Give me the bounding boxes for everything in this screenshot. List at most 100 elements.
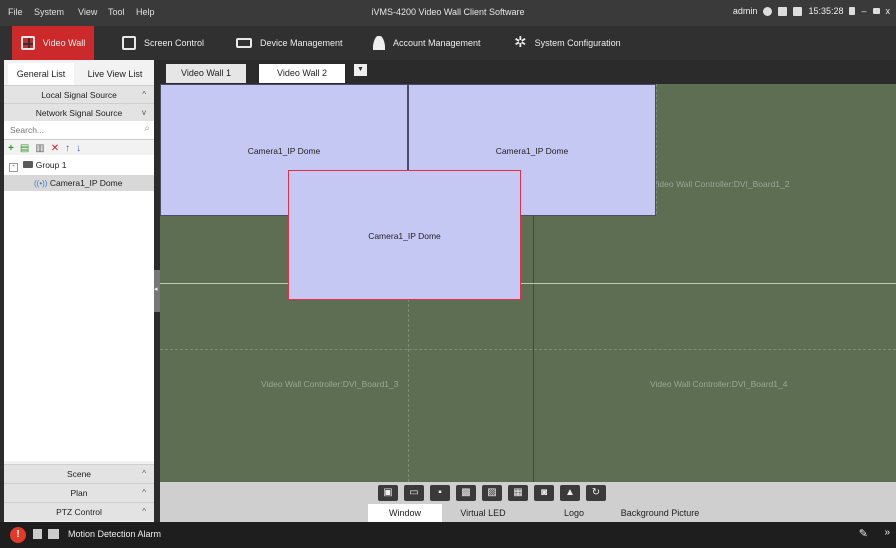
grid-divider: [160, 283, 896, 284]
help-icon[interactable]: [763, 6, 773, 16]
event-icon[interactable]: [48, 529, 59, 539]
grid-divider: [533, 214, 534, 482]
signal-tree: - Group 1 ((•)) Camera1_IP Dome: [4, 155, 154, 461]
module-bar: Video Wall Screen Control Device Managem…: [0, 26, 896, 60]
tab-window[interactable]: Window: [368, 504, 442, 522]
tab-video-wall-2[interactable]: Video Wall 2: [259, 64, 345, 83]
tab-background-picture[interactable]: Background Picture: [616, 504, 704, 522]
split-window-icon[interactable]: ▪: [430, 485, 450, 501]
zoom-window-icon[interactable]: ▩: [456, 485, 476, 501]
wall-tab-bar: Video Wall 1 Video Wall 2 ▼: [156, 60, 896, 84]
warning-icon[interactable]: ▲: [560, 485, 580, 501]
tab-virtual-led[interactable]: Virtual LED: [442, 504, 524, 522]
module-account-management[interactable]: Account Management: [373, 26, 481, 60]
title-bar: File System View Tool Help iVMS-4200 Vid…: [0, 0, 896, 26]
username[interactable]: admin: [733, 6, 758, 16]
module-device-management[interactable]: Device Management: [236, 26, 343, 60]
status-bar: ! Motion Detection Alarm ✎ »: [0, 522, 896, 548]
accordion-label: Network Signal Source: [35, 108, 123, 118]
search-icon[interactable]: ⌕: [144, 123, 150, 134]
tree-group-item[interactable]: - Group 1: [4, 157, 154, 173]
chevron-up-icon: ^: [142, 488, 146, 497]
module-system-configuration[interactable]: ✲ System Configuration: [514, 26, 621, 60]
status-area: admin 15:35:28 – x: [733, 6, 890, 16]
window-tool-icons: ▣ ▭ ▪ ▩ ▨ ▦ ◙ ▲ ↻: [378, 485, 606, 501]
minimize-icon[interactable]: –: [861, 6, 866, 16]
group-label: Group 1: [35, 160, 67, 170]
user-icon: [373, 36, 385, 50]
chevron-up-icon: ^: [142, 507, 146, 516]
expand-icon[interactable]: »: [884, 527, 890, 538]
device-icon: [236, 38, 252, 48]
lock-icon[interactable]: [33, 529, 42, 539]
chevron-down-icon: v: [142, 108, 146, 117]
wall-dropdown-icon[interactable]: ▼: [354, 64, 367, 76]
tab-logo[interactable]: Logo: [532, 504, 616, 522]
camera-label: Camera1_IP Dome: [49, 178, 123, 188]
tree-toolbar: + ▤ ▥ ✕ ↑ ↓: [8, 141, 81, 155]
left-panel: General List Live View List Local Signal…: [4, 60, 154, 522]
screen-label-board4: Video Wall Controller:DVI_Board1_4: [650, 379, 788, 389]
video-wall-icon: [20, 36, 35, 50]
add-icon[interactable]: +: [8, 143, 14, 154]
camera-signal-icon: ((•)): [34, 179, 48, 188]
maximize-icon[interactable]: [872, 8, 880, 14]
chevron-up-icon: ^: [142, 469, 146, 478]
tree-camera-item[interactable]: ((•)) Camera1_IP Dome: [4, 175, 154, 191]
chevron-up-icon: ^: [142, 90, 146, 99]
roam-window-icon[interactable]: ▭: [404, 485, 424, 501]
module-screen-control[interactable]: Screen Control: [122, 26, 204, 60]
grid-divider: [160, 349, 896, 350]
search-input[interactable]: [8, 124, 132, 136]
accordion-scene[interactable]: Scene ^: [4, 464, 154, 483]
refresh-icon[interactable]: ↻: [586, 485, 606, 501]
module-label: Device Management: [260, 38, 343, 48]
tab-video-wall-1[interactable]: Video Wall 1: [166, 64, 246, 83]
window-layer-icon[interactable]: ▨: [482, 485, 502, 501]
fullscreen-icon[interactable]: ◙: [534, 485, 554, 501]
open-window-icon[interactable]: ▣: [378, 485, 398, 501]
edit-icon[interactable]: ▥: [35, 143, 44, 154]
module-label: Account Management: [393, 38, 481, 48]
alarm-icon[interactable]: !: [10, 527, 26, 543]
move-up-icon[interactable]: ↑: [65, 143, 70, 154]
split-screen-icon[interactable]: ▦: [508, 485, 528, 501]
accordion-local-signal-source[interactable]: Local Signal Source ^: [4, 85, 154, 104]
tab-general-list[interactable]: General List: [8, 63, 74, 85]
camera-status-icon[interactable]: [778, 6, 788, 16]
chevron-left-icon: ◂: [154, 286, 158, 293]
screen-control-icon: [122, 36, 136, 50]
close-icon[interactable]: x: [886, 6, 891, 16]
screen-label-board2: Video Wall Controller:DVI_Board1_2: [652, 179, 790, 189]
video-wall-canvas[interactable]: Video Wall Controller:DVI_Board1_2 Video…: [160, 84, 896, 482]
accordion-network-signal-source[interactable]: Network Signal Source v: [4, 103, 154, 122]
camera-window-3-selected[interactable]: Camera1_IP Dome: [288, 170, 521, 300]
alarm-message: Motion Detection Alarm: [68, 529, 162, 539]
accordion-plan[interactable]: Plan ^: [4, 483, 154, 502]
gear-icon: ✲: [514, 34, 527, 51]
window-label: Camera1_IP Dome: [495, 146, 569, 156]
module-video-wall[interactable]: Video Wall: [12, 26, 94, 60]
module-label: Screen Control: [144, 38, 205, 48]
search-box: ⌕: [4, 121, 154, 140]
move-down-icon[interactable]: ↓: [76, 143, 81, 154]
window-label: Camera1_IP Dome: [247, 146, 321, 156]
module-label: Video Wall: [42, 38, 86, 48]
screen-label-board3: Video Wall Controller:DVI_Board1_3: [261, 379, 399, 389]
calendar-icon: [793, 6, 803, 16]
accordion-label: PTZ Control: [56, 507, 102, 517]
window-label: Camera1_IP Dome: [368, 231, 441, 241]
accordion-label: Local Signal Source: [41, 90, 117, 100]
folder-icon: [23, 161, 34, 168]
clock-time: 15:35:28: [808, 6, 844, 16]
lock-icon[interactable]: [849, 7, 856, 15]
pin-icon[interactable]: ✎: [859, 527, 868, 540]
grid-divider: [656, 84, 657, 214]
collapse-icon[interactable]: -: [9, 163, 18, 172]
delete-icon[interactable]: ✕: [51, 143, 59, 154]
bottom-toolbar: ▣ ▭ ▪ ▩ ▨ ▦ ◙ ▲ ↻ Window Virtual LED Log…: [160, 482, 896, 522]
module-label: System Configuration: [534, 38, 621, 48]
tab-live-view-list[interactable]: Live View List: [80, 63, 150, 85]
accordion-ptz-control[interactable]: PTZ Control ^: [4, 502, 154, 521]
add-group-icon[interactable]: ▤: [20, 143, 29, 154]
